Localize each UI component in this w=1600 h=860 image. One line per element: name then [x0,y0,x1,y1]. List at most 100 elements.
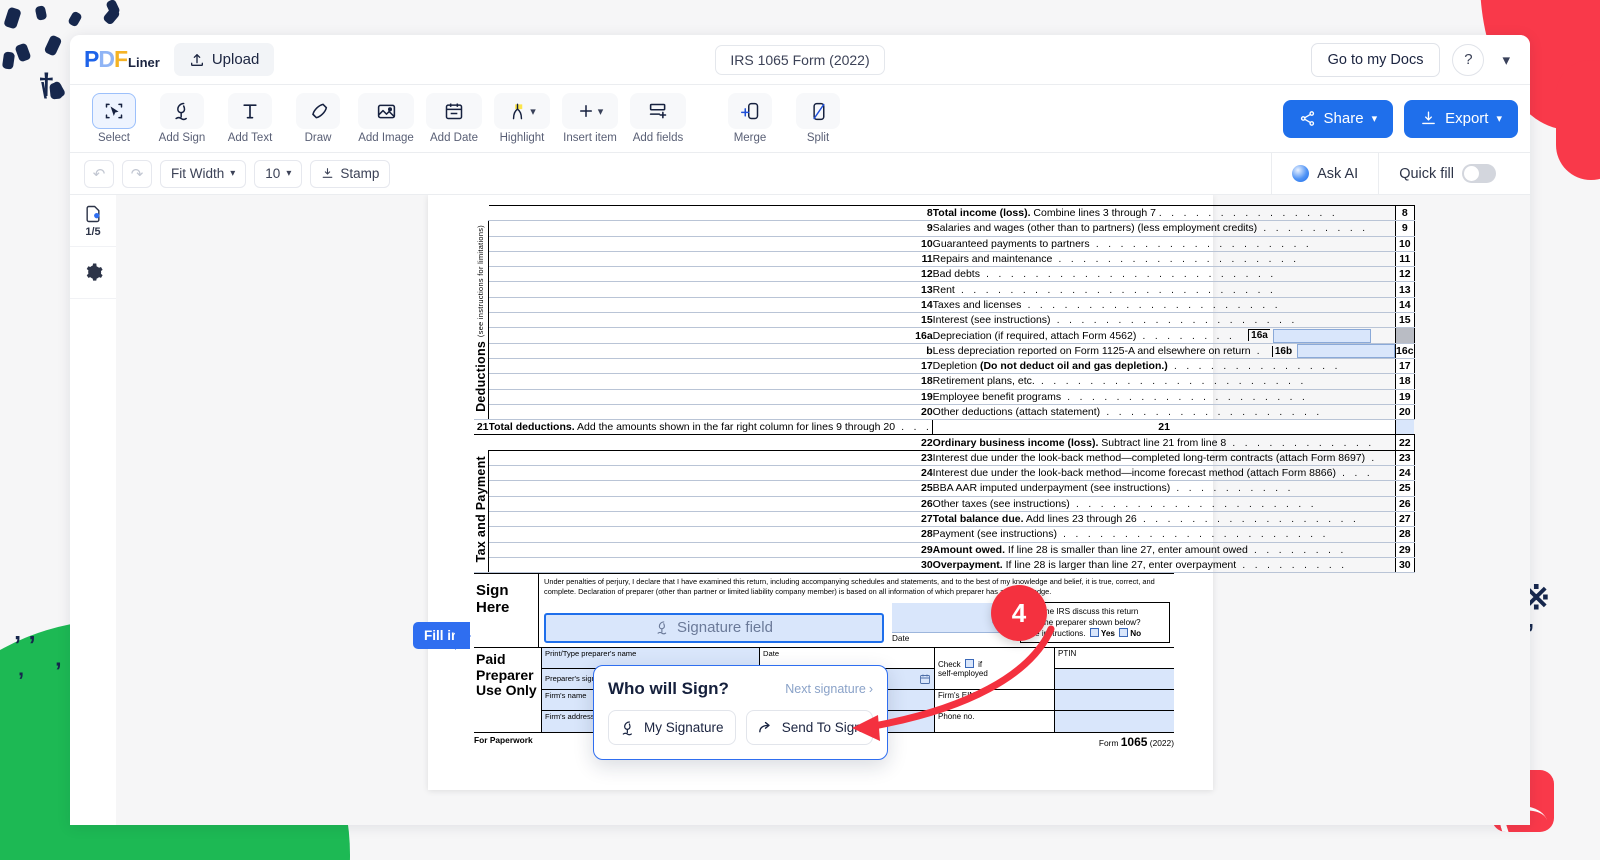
document-settings-button[interactable] [70,247,116,299]
amount-field[interactable] [1414,220,1415,237]
irs-no-checkbox[interactable] [1119,627,1129,637]
page-thumbnails-button[interactable]: 1/5 [70,195,116,247]
table-row[interactable]: 30 Overpayment. If line 28 is larger tha… [474,557,1415,574]
table-row[interactable]: 12 Bad debts . . . . . . . . . . . . . .… [474,266,1415,283]
pdfliner-logo[interactable]: P D F Liner [84,46,160,73]
tool-add-sign[interactable]: Add Sign [150,93,214,144]
help-icon[interactable]: ? [1452,43,1485,76]
undo-icon[interactable]: ↶ [84,159,114,188]
amount-field[interactable] [1414,526,1415,543]
amount-field[interactable] [1414,496,1415,512]
document-title[interactable]: IRS 1065 Form (2022) [715,44,885,75]
table-row[interactable]: 14 Taxes and licenses . . . . . . . . . … [474,297,1415,314]
tool-merge[interactable]: Merge [718,93,782,144]
tool-add-date[interactable]: Add Date [422,93,486,144]
table-row[interactable]: 29 Amount owed. If line 28 is smaller th… [474,542,1415,558]
amount-field[interactable] [1414,450,1415,467]
amount-field[interactable] [1414,343,1415,359]
tool-add-fields[interactable]: Add fields [626,93,690,144]
chevron-down-icon[interactable]: ▾ [1496,47,1516,73]
amount-field[interactable] [1414,557,1415,574]
fill-in-badge[interactable]: Fill in [413,622,472,650]
amount-field[interactable] [1414,465,1415,482]
tool-split[interactable]: Split [786,93,850,144]
ptin-field[interactable] [1055,668,1174,690]
table-row[interactable]: 19 Employee benefit programs . . . . . .… [474,389,1415,405]
table-row[interactable]: b Less depreciation reported on Form 112… [474,343,1415,359]
amount-field[interactable] [1414,480,1415,497]
amount-field[interactable] [1414,204,1415,222]
amount-field[interactable] [1414,434,1415,451]
my-signature-button[interactable]: My Signature [608,710,736,745]
tool-insert-item[interactable]: ▾ Insert item [558,93,622,144]
amount-field[interactable] [1414,389,1415,405]
table-row[interactable]: 26 Other taxes (see instructions) . . . … [474,496,1415,512]
go-to-my-docs-button[interactable]: Go to my Docs [1310,42,1441,77]
table-row[interactable]: Tax and Payment 23 Interest due under th… [474,450,1415,574]
table-row[interactable]: 25 BBA AAR imputed underpayment (see ins… [474,480,1415,497]
pdf-viewer[interactable]: 8 Total income (loss). Combine lines 3 t… [116,195,1530,825]
amount-field[interactable] [1414,281,1415,298]
stamp-button[interactable]: Stamp [310,159,391,188]
signature-pen-icon [657,621,667,635]
redo-icon[interactable]: ↷ [122,159,152,188]
send-to-sign-button[interactable]: Send To Sign [745,710,873,745]
line-desc: Rent . . . . . . . . . . . . . . . . . .… [932,281,1396,298]
line-number: 19 [488,389,933,405]
table-row[interactable]: 18 Retirement plans, etc. . . . . . . . … [474,373,1415,390]
toggle-switch[interactable] [1462,164,1496,183]
amount-field[interactable] [1414,312,1415,329]
amount-field[interactable] [1414,373,1415,390]
tool-draw[interactable]: Draw [286,93,350,144]
signature-field[interactable]: Signature field [544,612,884,643]
amount-field[interactable] [1414,358,1415,375]
table-row[interactable]: Deductions (see instructions for limitat… [474,220,1415,421]
export-button[interactable]: Export ▾ [1404,99,1518,138]
font-size-select[interactable]: 10 ▾ [254,159,303,188]
table-row[interactable]: 20 Other deductions (attach statement) .… [474,404,1415,421]
tool-highlight[interactable]: ▾ Highlight [490,93,554,144]
table-row[interactable]: 21 Total deductions. Add the amounts sho… [474,419,1415,436]
table-row[interactable]: 24 Interest due under the look-back meth… [474,465,1415,482]
irs-yes-checkbox[interactable] [1089,627,1099,637]
zoom-mode-select[interactable]: Fit Width ▾ [160,159,247,188]
table-row[interactable]: 16a Depreciation (if required, attach Fo… [474,327,1415,344]
table-row[interactable]: 15 Interest (see instructions) . . . . .… [474,312,1415,329]
amount-field[interactable] [1414,266,1415,283]
amount-field[interactable] [1414,251,1415,268]
decorative-curl: ’ [55,658,62,685]
ask-ai-button[interactable]: Ask AI [1271,152,1378,195]
next-signature-link[interactable]: Next signature › [785,682,873,696]
upload-button[interactable]: Upload [173,43,275,76]
firms-ein-field[interactable] [1055,689,1174,711]
line-number: 8 [488,204,933,222]
table-row[interactable]: 27 Total balance due. Add lines 23 throu… [474,511,1415,528]
share-button[interactable]: Share ▾ [1282,99,1394,138]
amount-field[interactable] [1414,404,1415,421]
send-arrow-icon [758,721,770,733]
subline-16b-field[interactable] [1297,343,1396,358]
tool-add-text[interactable]: Add Text [218,93,282,144]
self-employed-checkbox[interactable] [964,658,974,668]
amount-field[interactable] [1414,542,1415,558]
tool-add-image[interactable]: Add Image [354,93,418,144]
table-row[interactable]: 10 Guaranteed payments to partners . . .… [474,236,1415,252]
table-row[interactable]: 11 Repairs and maintenance . . . . . . .… [474,251,1415,268]
table-row[interactable]: 22 Ordinary business income (loss). Subt… [474,434,1415,451]
table-row[interactable]: 8 Total income (loss). Combine lines 3 t… [474,204,1415,222]
tool-select[interactable]: Select [82,93,146,144]
preparer-self-employed-cell[interactable]: Check if self-employed [935,647,1054,690]
phone-no-field[interactable] [1055,710,1174,732]
amount-field[interactable] [1395,419,1415,436]
preparer-print-name-caption: Print/Type preparer's name [545,648,637,658]
table-row[interactable]: 28 Payment (see instructions) . . . . . … [474,526,1415,543]
tool-merge-label: Merge [733,132,767,144]
line-box-number: 9 [1395,220,1415,237]
amount-field[interactable] [1414,297,1415,314]
table-row[interactable]: 17 Depletion (Do not deduct oil and gas … [474,358,1415,375]
subline-16a-field[interactable] [1272,328,1371,343]
amount-field[interactable] [1414,236,1415,252]
amount-field[interactable] [1414,511,1415,528]
table-row[interactable]: 13 Rent . . . . . . . . . . . . . . . . … [474,281,1415,298]
quick-fill-toggle[interactable]: Quick fill [1378,152,1516,195]
